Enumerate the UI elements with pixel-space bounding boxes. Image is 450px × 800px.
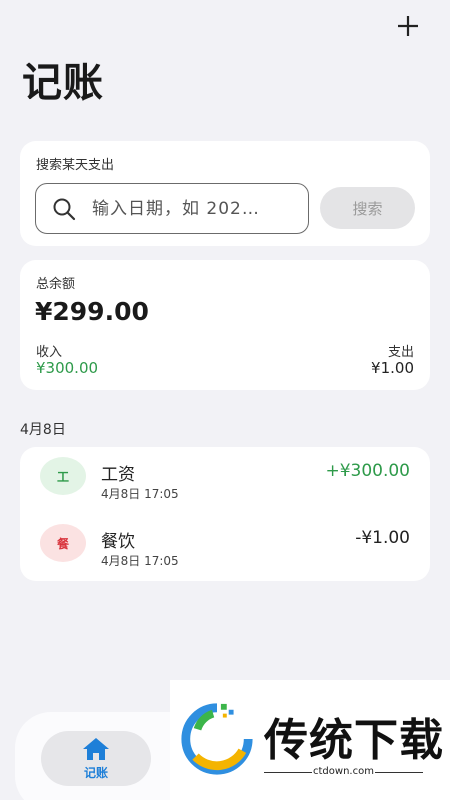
add-button[interactable] xyxy=(394,12,422,40)
category-income-icon: 工 xyxy=(40,457,86,495)
transaction-amount: -¥1.00 xyxy=(355,528,410,548)
income-label: 收入 xyxy=(36,345,63,360)
transaction-row[interactable]: 工 工资 4月8日 17:05 +¥300.00 xyxy=(20,452,430,512)
watermark-divider xyxy=(375,772,423,773)
search-card: 搜索某天支出 搜索 xyxy=(20,141,430,246)
page-title: 记账 xyxy=(22,60,104,106)
ctdown-logo-icon xyxy=(181,703,253,775)
tab-home-label: 记账 xyxy=(83,766,108,780)
search-icon xyxy=(53,198,76,220)
search-input[interactable] xyxy=(92,198,287,219)
watermark: 传统下载 ctdown.com xyxy=(170,680,450,800)
transaction-row[interactable]: 餐 餐饮 4月8日 17:05 -¥1.00 xyxy=(20,519,430,579)
plus-icon xyxy=(398,16,418,36)
income-value: ¥300.00 xyxy=(36,359,99,377)
transaction-amount: +¥300.00 xyxy=(325,461,410,481)
transaction-time: 4月8日 17:05 xyxy=(101,487,179,501)
transaction-time: 4月8日 17:05 xyxy=(101,554,179,568)
transaction-list: 工 工资 4月8日 17:05 +¥300.00 餐 餐饮 4月8日 17:05… xyxy=(20,447,430,581)
search-field[interactable] xyxy=(35,183,309,234)
home-icon xyxy=(83,738,109,760)
balance-card: 总余额 ¥299.00 收入 ¥300.00 支出 ¥1.00 xyxy=(20,260,430,390)
category-food-icon: 餐 xyxy=(40,524,86,562)
transaction-name: 餐饮 xyxy=(101,532,135,552)
tab-home[interactable]: 记账 xyxy=(41,731,151,786)
balance-label: 总余额 xyxy=(36,277,76,292)
transaction-name: 工资 xyxy=(101,465,135,485)
watermark-domain: ctdown.com xyxy=(313,766,374,777)
balance-value: ¥299.00 xyxy=(35,297,149,326)
search-label: 搜索某天支出 xyxy=(36,158,115,173)
expense-label: 支出 xyxy=(387,345,414,360)
watermark-divider xyxy=(264,772,312,773)
expense-value: ¥1.00 xyxy=(371,359,414,377)
date-group-header: 4月8日 xyxy=(20,422,66,438)
watermark-text: 传统下载 xyxy=(264,715,444,766)
search-button[interactable]: 搜索 xyxy=(320,187,415,229)
